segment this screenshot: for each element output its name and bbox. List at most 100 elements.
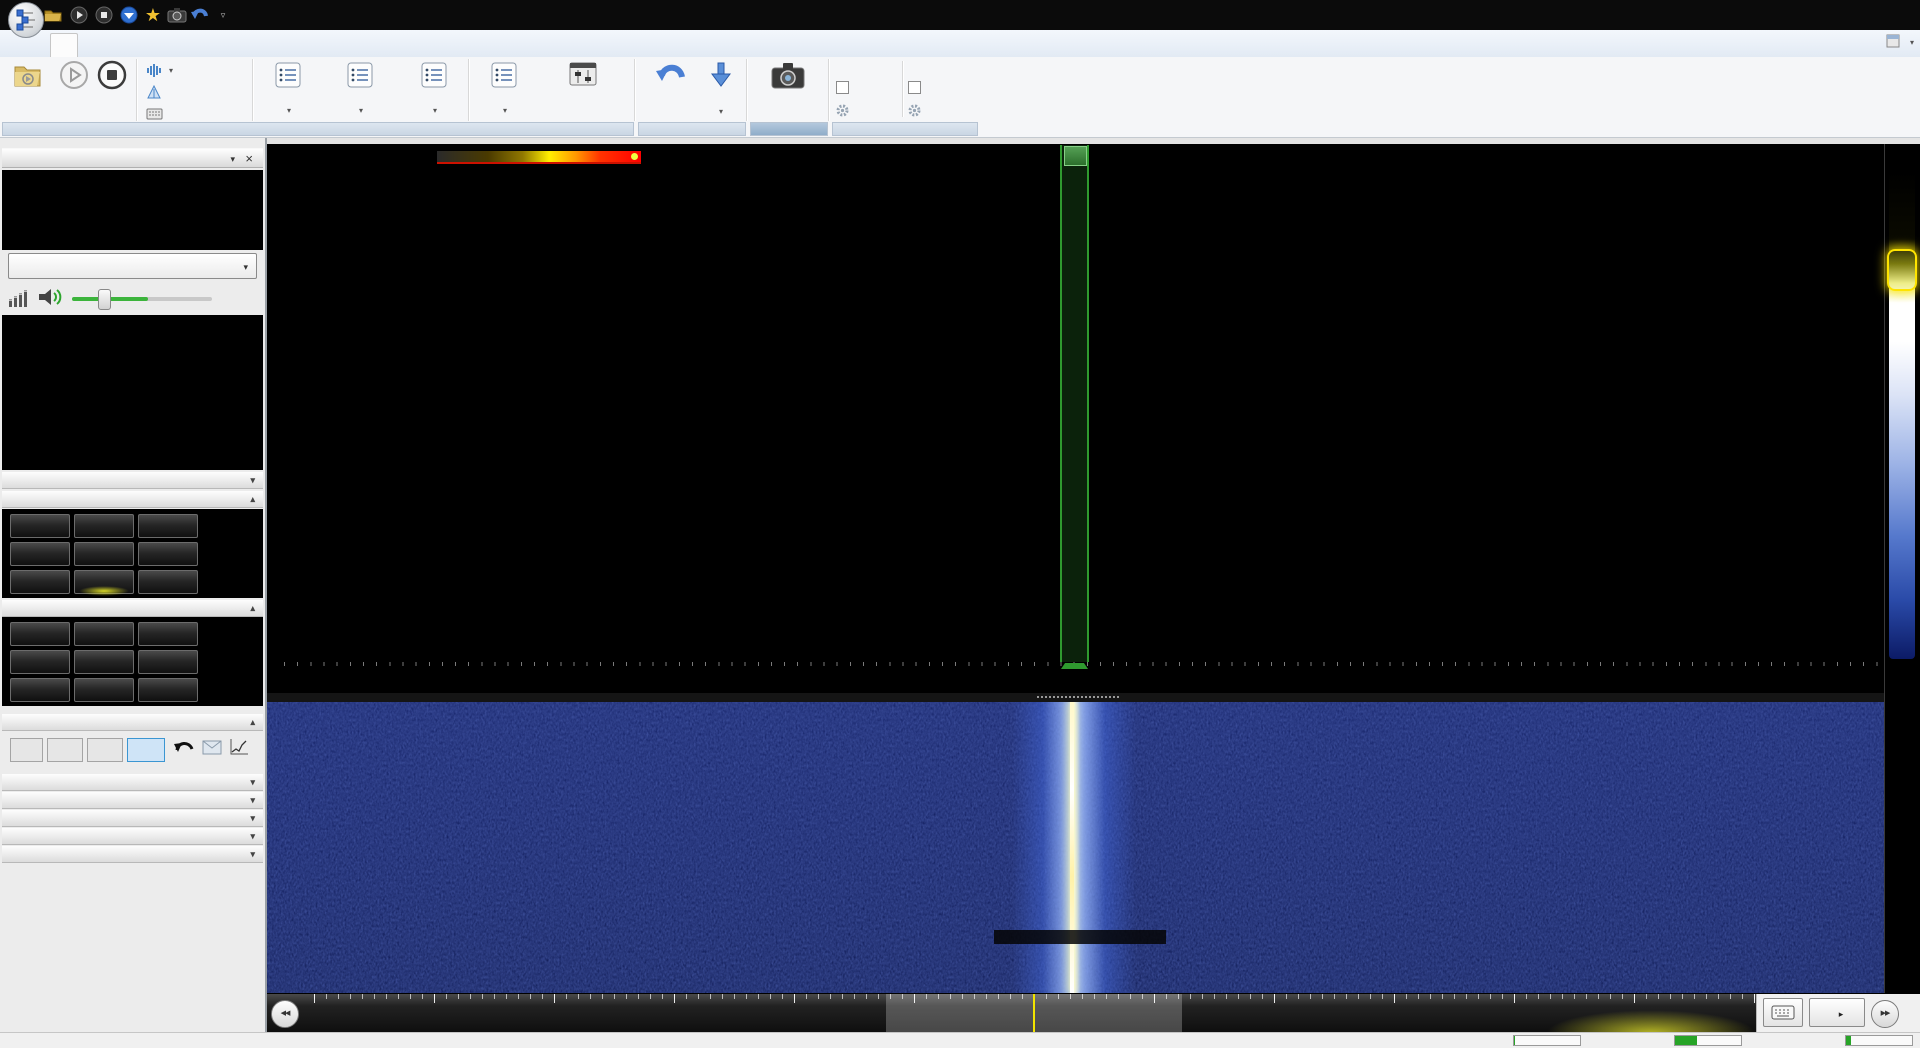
- frequency-navigation-bar[interactable]: ◀◀ ▸ ▶▶: [267, 993, 1920, 1033]
- start-button[interactable]: [56, 59, 92, 121]
- filter-button-3-0[interactable]: [138, 650, 198, 674]
- filter-button-2-8[interactable]: [74, 650, 134, 674]
- mode-button-cw-u[interactable]: [138, 514, 198, 538]
- open-folder-icon[interactable]: [42, 4, 64, 26]
- frequency-button[interactable]: [146, 104, 246, 124]
- spectrum-range-scale[interactable]: [1884, 144, 1920, 993]
- mode-button-bfm[interactable]: [10, 542, 70, 566]
- noise-reduction-section-header[interactable]: ▾: [2, 810, 263, 827]
- filter-button-2-6[interactable]: [10, 650, 70, 674]
- noise-blanker-options-button[interactable]: [908, 100, 926, 120]
- rx-marker-1[interactable]: [1064, 146, 1087, 166]
- favourite-star-icon[interactable]: ★: [142, 4, 164, 26]
- mode-button-wide-u[interactable]: [138, 570, 198, 594]
- filter-button-3-6[interactable]: [138, 678, 198, 702]
- equalizer-icon[interactable]: [8, 288, 32, 311]
- stop-button[interactable]: [94, 59, 130, 121]
- tab-favourites[interactable]: [182, 33, 208, 57]
- mode-button-sam[interactable]: [74, 514, 134, 538]
- undo-icon[interactable]: [189, 4, 211, 26]
- visual-gain-dropdown[interactable]: [402, 59, 466, 121]
- filter-button-3-4[interactable]: [74, 678, 134, 702]
- agc-fast-button[interactable]: [47, 738, 83, 762]
- tab-receive[interactable]: [104, 33, 130, 57]
- screenshot-button[interactable]: [752, 59, 824, 121]
- noise-blanker-enable-checkbox[interactable]: [908, 77, 926, 97]
- ribbon-separator: [252, 59, 254, 121]
- agc-med-button[interactable]: [87, 738, 123, 762]
- mode-button-more[interactable]: [10, 514, 70, 538]
- filter-button-more[interactable]: [10, 622, 70, 646]
- panel-close-icon[interactable]: ×: [245, 149, 253, 169]
- mode-button-nfm[interactable]: [74, 542, 134, 566]
- tab-transmit[interactable]: [130, 33, 156, 57]
- previous-frequency-button[interactable]: [644, 59, 698, 121]
- style-selector[interactable]: [1886, 34, 1914, 48]
- history-dropdown[interactable]: [700, 59, 742, 121]
- tab-memories[interactable]: [208, 33, 234, 57]
- radio-configuration-button[interactable]: [538, 59, 628, 121]
- calibration-button[interactable]: [146, 82, 246, 102]
- mode-button-usb-selected[interactable]: [74, 570, 134, 594]
- audio-meter-fill: [1675, 1036, 1697, 1045]
- audio-device-select[interactable]: ▾: [8, 253, 257, 279]
- select-radio-button[interactable]: [4, 59, 52, 121]
- auto-mute-controls: [836, 59, 900, 121]
- zoom-x5-button[interactable]: ▸: [1809, 998, 1865, 1027]
- zoom-caret-icon: ▸: [1839, 1009, 1844, 1019]
- application-menu-button[interactable]: [8, 2, 44, 38]
- frequency-display[interactable]: [2, 170, 263, 250]
- rf-spectrum-display[interactable]: [267, 144, 1884, 702]
- agc-slow-button-selected[interactable]: [127, 738, 165, 762]
- rf-gain-dropdown[interactable]: [258, 59, 318, 121]
- filter-button-2-2[interactable]: [74, 622, 134, 646]
- range-gradient-bar[interactable]: [1889, 171, 1915, 659]
- if-gain-dropdown[interactable]: [318, 59, 402, 121]
- audio-spectrum-display[interactable]: [2, 315, 263, 470]
- keyboard-entry-button[interactable]: [1763, 998, 1803, 1027]
- mode-button-lsb[interactable]: [10, 570, 70, 594]
- selection-dots: [1037, 696, 1119, 698]
- chevron-down-icon: ▾: [250, 828, 255, 845]
- receive-panel-header[interactable]: ▾ ×: [2, 148, 263, 168]
- lo-mode-dropdown[interactable]: [472, 59, 536, 121]
- agc-envelope-icon[interactable]: [202, 740, 222, 758]
- tab-view[interactable]: [78, 33, 104, 57]
- camera-icon[interactable]: [166, 4, 188, 26]
- filter-button-grid: [2, 617, 263, 706]
- if-display-section-header[interactable]: ▾: [2, 472, 263, 489]
- waterfall-center-glow: [1012, 702, 1136, 993]
- bandwidth-dropdown[interactable]: [146, 60, 246, 80]
- stop-icon[interactable]: [93, 4, 115, 26]
- filter-button-2-4[interactable]: [138, 622, 198, 646]
- tab-home[interactable]: [50, 33, 78, 57]
- cw-section-header[interactable]: ▾: [2, 774, 263, 791]
- tab-rec-playback[interactable]: [156, 33, 182, 57]
- play-icon[interactable]: [68, 4, 90, 26]
- add-icon[interactable]: [118, 4, 140, 26]
- panel-menu-caret-icon[interactable]: ▾: [230, 149, 235, 169]
- agc-off-button[interactable]: [10, 738, 43, 762]
- waterfall-display[interactable]: [267, 702, 1884, 993]
- auto-mute-options-button[interactable]: [836, 100, 854, 120]
- filter-button-3-2[interactable]: [10, 678, 70, 702]
- squelch-section-header[interactable]: ▾: [2, 846, 263, 863]
- tab-tools[interactable]: [234, 33, 260, 57]
- nav-major-ticks: [314, 994, 1920, 1003]
- scroll-left-button[interactable]: ◀◀: [271, 1000, 299, 1028]
- tab-help[interactable]: [260, 33, 286, 57]
- qat-menu-caret-icon[interactable]: ▿: [212, 4, 234, 26]
- mode-section-header[interactable]: ▴: [2, 491, 263, 508]
- notch-section-header[interactable]: ▾: [2, 828, 263, 845]
- auto-mute-enable-checkbox[interactable]: [836, 77, 854, 97]
- scroll-right-button[interactable]: ▶▶: [1871, 1000, 1899, 1028]
- agc-section-header[interactable]: ▴: [2, 714, 263, 731]
- rx-filter-band[interactable]: [1060, 145, 1089, 662]
- noise-blanker-section-header[interactable]: ▾: [2, 792, 263, 809]
- mode-button-wfm[interactable]: [138, 542, 198, 566]
- filter-section-header[interactable]: ▴: [2, 600, 263, 617]
- agc-graph-icon[interactable]: [228, 737, 250, 760]
- speaker-icon[interactable]: [38, 286, 64, 311]
- agc-undo-icon[interactable]: [172, 737, 196, 762]
- volume-slider-thumb[interactable]: [98, 289, 111, 310]
